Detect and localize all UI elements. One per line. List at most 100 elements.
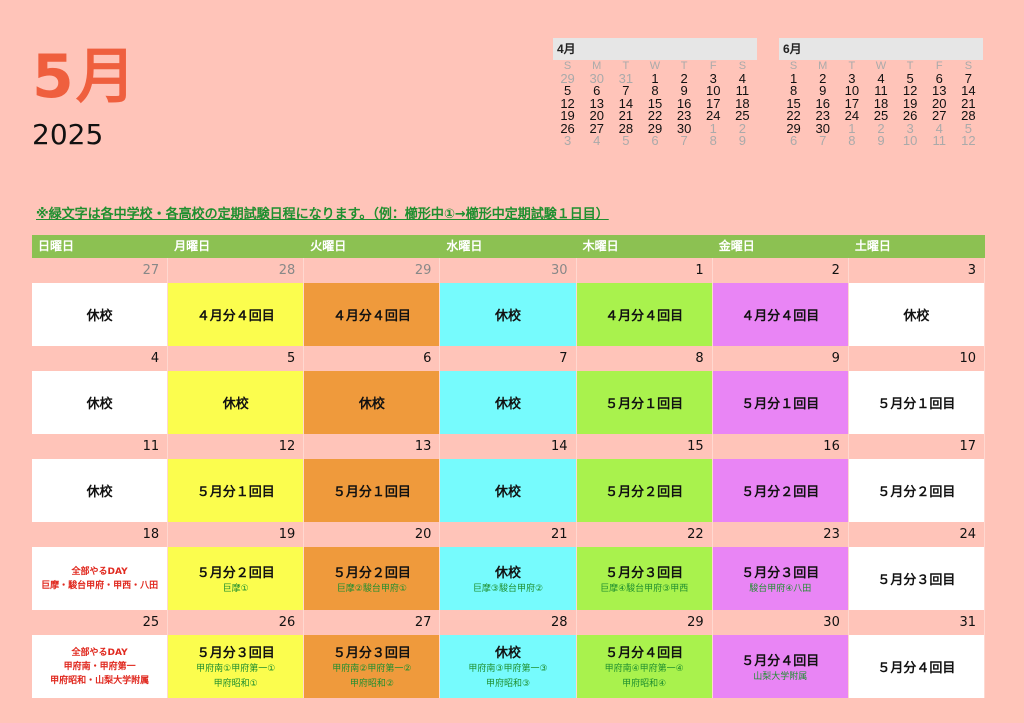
day-number: 10 [849,346,985,371]
lesson-label: ５月分４回目 [741,653,820,669]
day-number: 31 [849,610,985,635]
day-cell: ５月分２回目 [712,459,849,522]
lesson-label: ５月分４回目 [877,661,956,676]
mini-day: 10 [902,133,918,148]
day-number: 14 [440,434,577,459]
calendar-week: 11 12 13 14 15 16 17 休校 ５月分１回目 ５月分１回目 休校 ５月分２回目 ５月分２… [32,434,985,522]
mini-calendar-april: 4月 S M T W T F S 29 30 31 1 2 3 4 5 6 7 8 9 10 11 12 13 14 15 16 1… [553,38,757,148]
lesson-label: 休校 [494,565,521,581]
exam-schedule: 甲府昭和① [213,679,258,689]
lesson-label: ５月分２回目 [196,565,275,581]
mini-day: 4 [593,133,601,148]
week-cell-row: 全部やるDAY 甲府南・甲府第一 甲府昭和・山梨大学附属 ５月分３回目 甲府南①甲府第一… [32,635,985,698]
day-cell: ５月分２回目 [576,459,713,522]
day-cell: ５月分１回目 [168,459,305,522]
weekday-label: 日曜日 [38,239,75,253]
day-number: 7 [440,346,577,371]
day-number: 15 [577,434,713,459]
special-day-label: 甲府南・甲府第一 [63,661,136,672]
day-number: 27 [304,610,441,635]
special-day-label: 甲府昭和・山梨大学附属 [50,675,150,686]
month-title: 5月 [32,42,138,112]
mini-day: 11 [932,133,947,148]
day-number: 17 [849,434,985,459]
exam-schedule: 巨摩④駿台甲府③甲西 [600,583,689,594]
day-number: 22 [577,522,713,547]
lesson-label: 休校 [86,309,113,324]
special-day-label: 巨摩・駿台甲府・甲西・八田 [41,580,159,591]
lesson-label: ５月分２回目 [741,485,820,500]
calendar-week: 27 28 29 30 1 2 3 休校 ４月分４回目 ４月分４回目 休校 ４月分４回目 ４月分４回目休… [32,258,985,346]
weekday-header: 日曜日 月曜日 火曜日 水曜日 木曜日 金曜日 土曜日 [32,235,985,258]
exam-schedule: 甲府南③甲府第一③ [468,664,548,674]
mini-day: 5 [622,133,630,148]
day-number: 23 [713,522,849,547]
day-number: 8 [577,346,713,371]
day-number: 27 [32,258,169,283]
lesson-label: ５月分１回目 [877,397,956,412]
day-number: 30 [440,258,577,283]
weekday-label: 土曜日 [854,239,891,253]
lesson-label: ５月分１回目 [196,485,275,500]
lesson-label: ５月分３回目 [196,646,275,661]
mini-calendar-june: 6月 S M T W T F S 1 2 3 4 5 6 7 8 9 10 11 12 13 14 15 16 17 18 19 2… [779,38,983,148]
lesson-label: 休校 [903,309,930,324]
special-day-label: 全部やるDAY [71,566,128,577]
exam-schedule: 山梨大学附属 [753,671,808,682]
day-cell: ５月分４回目 [848,635,985,698]
lesson-label: 休校 [358,397,385,412]
week-date-row: 18 19 20 21 22 23 24 [32,522,985,547]
day-cell: ５月分１回目 [576,371,713,434]
lesson-label: 休校 [494,309,521,324]
week-date-row: 11 12 13 14 15 16 17 [32,434,985,459]
mini-day: 8 [709,133,717,148]
day-number: 18 [32,522,169,547]
day-number: 29 [577,610,713,635]
mini-day: 3 [563,133,572,148]
day-number: 13 [304,434,441,459]
week-cell-row: 全部やるDAY 巨摩・駿台甲府・甲西・八田 ５月分２回目 巨摩① ５月分２回目 巨摩②駿台… [32,547,985,610]
lesson-label: 休校 [494,485,521,500]
exam-note: ※緑文字は各中学校・各高校の定期試験日程になります。（例：櫛形中①→櫛形中定期試… [36,207,609,222]
week-date-row: 4 5 6 7 8 9 10 [32,346,985,371]
day-cell: ４月分４回目 [304,283,441,346]
day-number: 20 [304,522,441,547]
lesson-label: ５月分１回目 [332,485,411,500]
lesson-label: ４月分４回目 [741,309,820,324]
mini-calendar-grid: S M T W T F S 29 30 31 1 2 3 4 5 6 7 8 9 10 11 12 13 14 15 16 17 18… [553,60,757,148]
day-number: 4 [32,346,169,371]
week-date-row: 27 28 29 30 1 2 3 [32,258,985,283]
day-number: 28 [440,610,577,635]
day-cell: ４月分４回目 [712,283,849,346]
lesson-label: 休校 [494,397,521,412]
day-number: 12 [168,434,305,459]
calendar-week: 18 19 20 21 22 23 24 全部やるDAY 巨摩・駿台甲府・甲西・八田 ５月分２回目… [32,522,985,610]
lesson-label: 休校 [86,397,113,412]
exam-schedule: 甲府昭和④ [622,679,667,689]
lesson-label: ５月分３回目 [605,565,684,581]
lesson-label: 休校 [222,397,249,412]
day-number: 6 [304,346,441,371]
day-number: 19 [168,522,305,547]
weekday-label: 月曜日 [174,239,211,253]
day-cell: ５月分３回目 甲府南②甲府第一② 甲府昭和② [304,635,441,698]
day-cell: 休校 [32,283,169,346]
day-cell: 休校 [440,459,577,522]
year-label: 2025 [32,118,104,151]
exam-schedule: 駿台甲府④八田 [749,583,812,594]
exam-schedule: 甲府昭和② [349,679,394,689]
lesson-label: ４月分４回目 [605,309,684,324]
day-cell: ５月分１回目 [848,371,985,434]
day-number: 3 [849,258,985,283]
day-number: 21 [440,522,577,547]
day-cell: 全部やるDAY 巨摩・駿台甲府・甲西・八田 [32,547,169,610]
week-cell-row: 休校 休校 休校 休校 ５月分１回目 ５月分１回目 ５月分１回目 [32,371,985,434]
day-number: 28 [168,258,305,283]
weekday-label: 火曜日 [310,239,347,253]
lesson-label: ５月分４回目 [605,646,684,661]
week-cell-row: 休校 ５月分１回目 ５月分１回目 休校 ５月分２回目 ５月分２回目 ５月分２回目 [32,459,985,522]
exam-schedule: 巨摩②駿台甲府① [336,583,407,594]
day-number: 11 [32,434,169,459]
lesson-label: ５月分２回目 [605,485,684,500]
calendar: 日曜日 月曜日 火曜日 水曜日 木曜日 金曜日 土曜日 27 28 29 30 1 2 3 休校 ４月分４回… [32,235,985,698]
